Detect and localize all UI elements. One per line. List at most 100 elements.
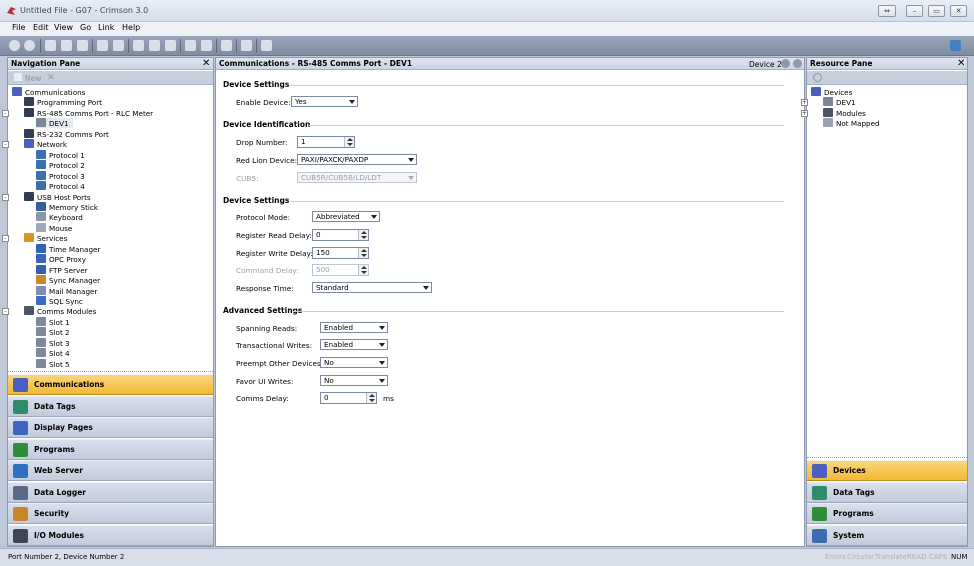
monitor-icon[interactable] [241, 40, 252, 51]
paste-icon[interactable] [165, 40, 176, 51]
tree-item[interactable]: Services [24, 233, 67, 243]
tree-item[interactable]: USB Host Ports [24, 191, 91, 202]
forward-icon[interactable] [24, 40, 35, 51]
help-icon[interactable] [950, 40, 961, 51]
tree-item[interactable]: Protocol 3 [36, 170, 85, 181]
download-icon[interactable] [77, 40, 88, 51]
cut-icon[interactable] [133, 40, 144, 51]
tree-expander-icon[interactable]: + [801, 99, 808, 107]
tree-item[interactable]: Comms Modules [24, 306, 96, 316]
tree-item[interactable]: FTP Server [36, 264, 88, 275]
close-icon[interactable]: ✕ [957, 59, 965, 69]
enable-device-select[interactable]: Yes [291, 96, 358, 107]
comms-delay-stepper[interactable]: 0 [320, 392, 377, 404]
maximize-button[interactable]: ▭ [928, 5, 945, 17]
category-button[interactable]: System [807, 524, 967, 546]
response-time-select[interactable]: Standard [312, 282, 432, 293]
previous-item-icon[interactable] [781, 59, 790, 68]
new-file-icon[interactable] [45, 40, 56, 51]
spanning-reads-select[interactable]: Enabled [320, 322, 388, 333]
tree-item[interactable]: DEV1 [823, 97, 856, 107]
next-item-icon[interactable] [793, 59, 802, 68]
tree-expander-icon[interactable]: - [2, 308, 9, 316]
menu-view[interactable]: View [54, 23, 73, 32]
tree-item[interactable]: Mail Manager [36, 285, 97, 296]
close-icon[interactable]: ✕ [202, 59, 210, 69]
tree-expander-icon[interactable]: - [2, 141, 9, 149]
link-send-icon[interactable] [221, 40, 232, 51]
minimize-button[interactable]: – [906, 5, 923, 17]
tree-expander-icon[interactable]: - [2, 235, 9, 243]
tree-item[interactable]: Time Manager [36, 243, 100, 254]
register-read-delay-stepper[interactable]: 0 [312, 229, 369, 241]
tree-item[interactable]: Communications [12, 87, 85, 97]
menu-help[interactable]: Help [122, 23, 140, 32]
menu-edit[interactable]: Edit [33, 23, 49, 32]
tree-item[interactable]: Protocol 4 [36, 181, 85, 191]
category-button[interactable]: Communications [8, 374, 213, 395]
print-icon[interactable] [61, 40, 72, 51]
category-button[interactable]: I/O Modules [8, 524, 213, 546]
menu-link[interactable]: Link [98, 23, 114, 32]
tree-item[interactable]: Programming Port [24, 97, 102, 107]
tree-item[interactable]: Not Mapped [823, 118, 880, 128]
tree-item[interactable]: SQL Sync [36, 296, 83, 306]
tree-item[interactable]: Slot 4 [36, 348, 70, 358]
close-window-button[interactable]: ✕ [950, 5, 967, 17]
tree-expander-icon[interactable]: + [801, 109, 808, 117]
new-button[interactable]: New [25, 74, 41, 83]
stepper-arrows-icon[interactable] [358, 230, 368, 240]
tree-item[interactable]: Slot 3 [36, 337, 70, 348]
tree-item[interactable]: Modules [823, 107, 866, 118]
category-button[interactable]: Devices [807, 460, 967, 481]
tree-expander-icon[interactable]: - [2, 109, 9, 117]
translate-icon[interactable] [201, 40, 212, 51]
protocol-mode-select[interactable]: Abbreviated [312, 211, 380, 222]
search-icon[interactable] [813, 73, 822, 82]
category-button[interactable]: Web Server [8, 460, 213, 481]
tree-item[interactable]: Protocol 1 [36, 149, 85, 160]
tree-item[interactable]: Slot 1 [36, 316, 70, 327]
tree-item[interactable]: RS-232 Comms Port [24, 128, 109, 139]
tree-item[interactable]: Network [24, 139, 67, 149]
stepper-arrows-icon [358, 265, 368, 275]
tree-item[interactable]: Devices [811, 87, 852, 97]
red-lion-device-select[interactable]: PAXI/PAXCK/PAXDP [297, 154, 417, 165]
preempt-other-devices-select[interactable]: No [320, 357, 388, 368]
category-button[interactable]: Data Tags [8, 395, 213, 417]
category-button[interactable]: Security [8, 503, 213, 524]
category-button[interactable]: Data Logger [8, 481, 213, 503]
tree-item[interactable]: Slot 2 [36, 327, 70, 337]
menu-file[interactable]: File [12, 23, 25, 32]
restore-layout-button[interactable]: ⇔ [878, 5, 896, 17]
tree-item[interactable]: Slot 5 [36, 358, 70, 369]
tree-item[interactable]: RS-485 Comms Port - RLC Meter [24, 107, 153, 118]
favor-ui-writes-select[interactable]: No [320, 375, 388, 386]
transactional-writes-select[interactable]: Enabled [320, 339, 388, 350]
category-button[interactable]: Data Tags [807, 481, 967, 503]
register-write-delay-stepper[interactable]: 150 [312, 247, 369, 259]
wizard-icon[interactable] [185, 40, 196, 51]
back-icon[interactable] [9, 40, 20, 51]
tools-icon[interactable] [261, 40, 272, 51]
stepper-arrows-icon[interactable] [366, 393, 376, 403]
category-button[interactable]: Programs [8, 438, 213, 460]
tree-item[interactable]: Mouse [36, 222, 72, 233]
tree-item[interactable]: Protocol 2 [36, 160, 85, 170]
tree-expander-icon[interactable]: - [2, 193, 9, 201]
tree-item[interactable]: Sync Manager [36, 275, 100, 285]
menu-go[interactable]: Go [80, 23, 91, 32]
delete-icon[interactable]: ✕ [47, 73, 55, 83]
undo-icon[interactable] [97, 40, 108, 51]
category-button[interactable]: Display Pages [8, 417, 213, 438]
tree-item[interactable]: DEV1 [36, 118, 73, 129]
stepper-arrows-icon[interactable] [344, 137, 354, 147]
drop-number-stepper[interactable]: 1 [297, 136, 355, 148]
redo-icon[interactable] [113, 40, 124, 51]
tree-item[interactable]: OPC Proxy [36, 254, 86, 264]
category-button[interactable]: Programs [807, 503, 967, 524]
copy-icon[interactable] [149, 40, 160, 51]
tree-item[interactable]: Keyboard [36, 212, 83, 222]
stepper-arrows-icon[interactable] [358, 248, 368, 258]
tree-item[interactable]: Memory Stick [36, 201, 98, 212]
